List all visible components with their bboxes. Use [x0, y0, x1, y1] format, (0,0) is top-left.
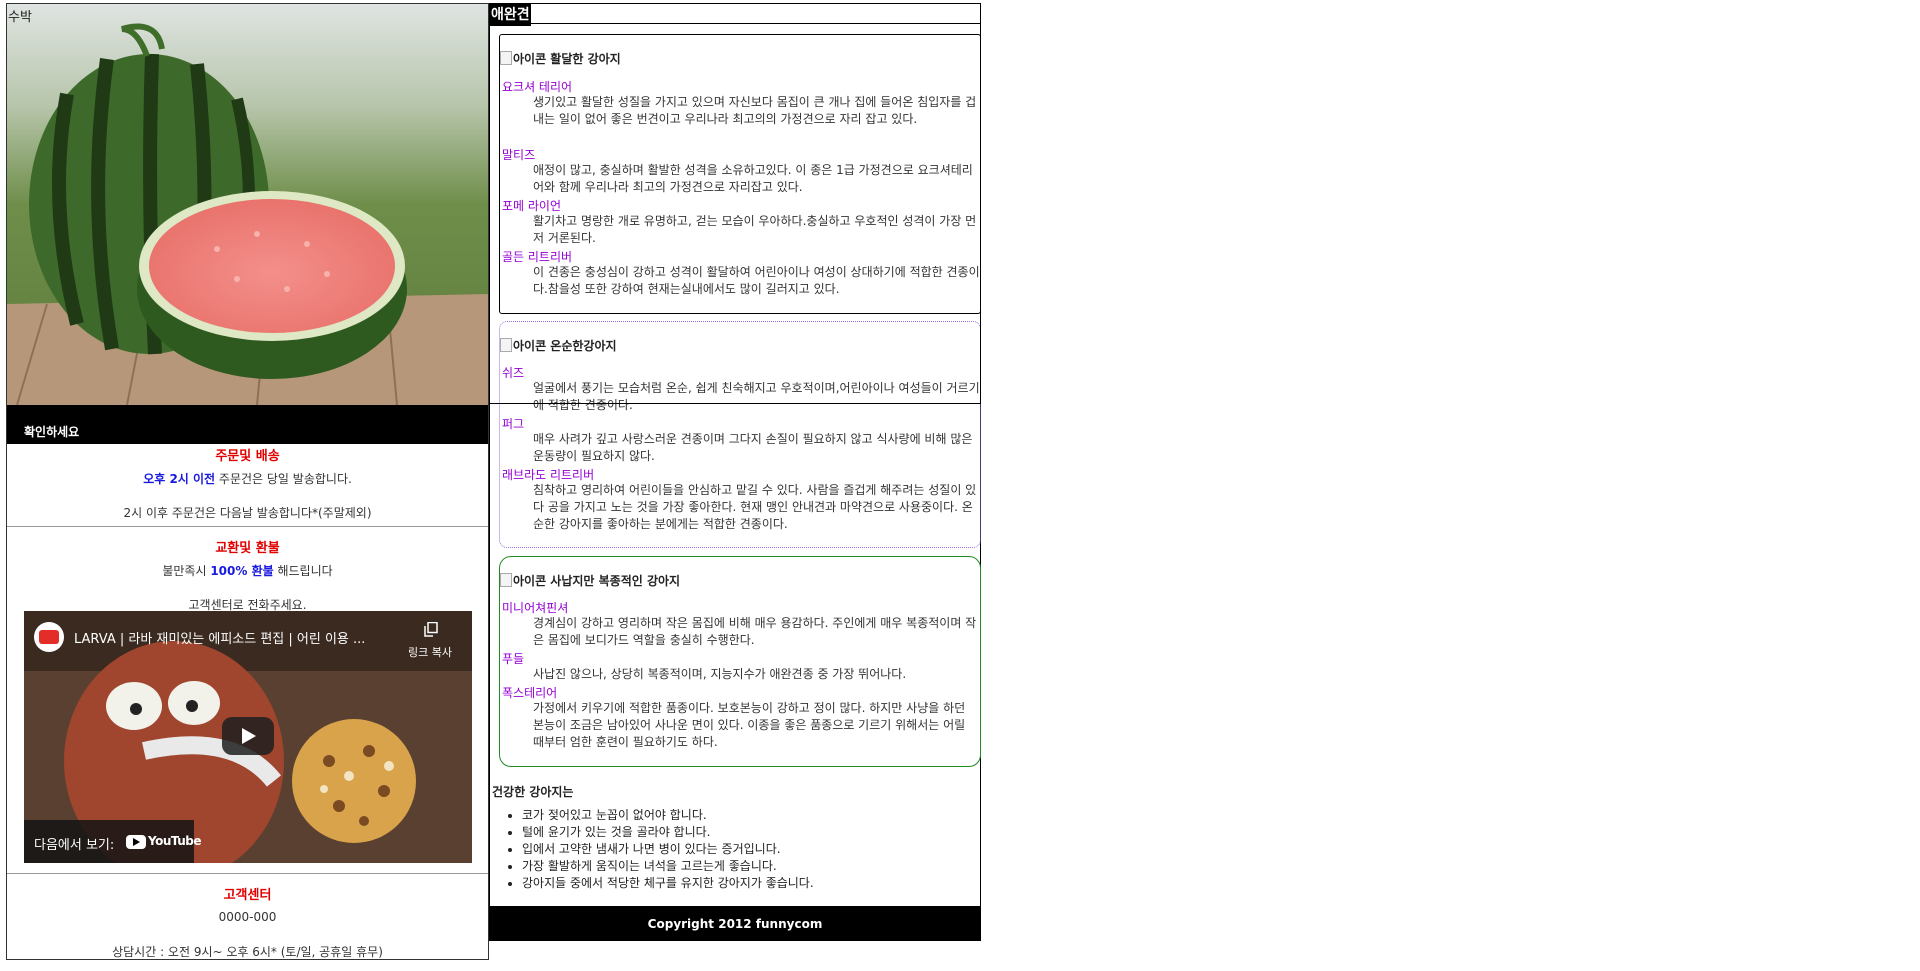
breed-name: 쉬즈 [502, 366, 525, 380]
breed-description: 얼굴에서 풍기는 모습처럼 온순, 쉽게 친숙해지고 우호적이며,어린아이나 여… [533, 381, 980, 412]
list-item: 가장 활발하게 움직이는 녀석을 고르는게 좋습니다. [522, 858, 814, 875]
order-line-1: 오후 2시 이전 주문건은 당일 발송합니다. [7, 470, 488, 487]
copy-link-icon[interactable] [424, 622, 438, 637]
breed-description: 애정이 많고, 충실하며 활발한 성격을 소유하고있다. 이 종은 1급 가정견… [533, 163, 973, 194]
divider [7, 526, 488, 527]
breed-description: 활기차고 명랑한 개로 유명하고, 걷는 모습이 우아하다.충실하고 우호적인 … [533, 214, 977, 245]
main-content: 애완견 아이콘 활달한 강아지 요크셔 테리어 생기있고 활달한 성질을 가지고… [489, 3, 981, 940]
refund-line-1-pre: 불만족시 [162, 564, 211, 578]
order-section-title: 주문및 배송 [215, 449, 280, 464]
refund-line-1: 불만족시 100% 환불 해드립니다 [7, 562, 488, 579]
notice-header: 확인하세요 [7, 405, 488, 444]
group-icon-heading: 아이콘 온순한강아지 [500, 337, 617, 354]
list-item: 입에서 고약한 냄새가 나면 병이 있다는 증거입니다. [522, 841, 814, 858]
order-highlight: 오후 2시 이전 [143, 472, 216, 486]
page-title: 애완견 [490, 4, 531, 26]
refund-line-1-post: 해드립니다 [273, 564, 333, 578]
group-icon-alt: 아이콘 온순한강아지 [513, 339, 617, 353]
watermelon-image: 수박 [7, 4, 488, 405]
image-alt-text: 수박 [8, 10, 32, 25]
breed-name: 폭스테리어 [502, 686, 558, 700]
customer-center-phone: 0000-000 [218, 910, 277, 924]
watermelon-illustration [7, 4, 488, 405]
breed-description: 생기있고 활달한 성질을 가지고 있으며 자신보다 몸집이 큰 개나 집에 들어… [533, 95, 977, 126]
gentle-dogs-group: 아이콘 온순한강아지 쉬즈 얼굴에서 풍기는 모습처럼 온순, 쉽게 친숙해지고… [499, 321, 981, 548]
breed-description: 매우 사려가 깊고 사랑스러운 견종이며 그다지 손질이 필요하지 않고 식사량… [533, 432, 973, 463]
healthy-dog-list: 코가 젖어있고 눈꼽이 없어야 합니다. 털에 윤기가 있는 것을 골라야 합니… [490, 807, 814, 892]
youtube-icon [126, 835, 146, 849]
breed-name: 포메 라이언 [502, 199, 562, 213]
channel-logo-icon[interactable] [34, 622, 64, 652]
customer-center-hours: 상담시간 : 오전 9시~ 오후 6시* (토/일, 공휴일 휴무) [112, 945, 383, 959]
customer-center-title: 고객센터 [223, 888, 272, 903]
list-item: 코가 젖어있고 눈꼽이 없어야 합니다. [522, 807, 814, 824]
copyright-text: Copyright 2012 funnycom [647, 917, 823, 931]
group-icon-alt: 아이콘 사납지만 복종적인 강아지 [513, 574, 681, 588]
group-icon-heading: 아이콘 사납지만 복종적인 강아지 [500, 572, 680, 589]
breed-name: 말티즈 [502, 148, 536, 162]
breed-name: 래브라도 리트리버 [502, 468, 595, 482]
refund-highlight: 100% 환불 [210, 564, 274, 578]
notice-title: 확인하세요 [24, 425, 80, 439]
left-sidebar: 수박 확인하세요 주문및 배송 오후 2시 이전 주문건은 당일 발송합니다. … [6, 3, 489, 960]
fierce-obedient-dogs-group: 아이콘 사납지만 복종적인 강아지 미니어쳐핀셔 경계심이 강하고 영리하며 작… [499, 556, 981, 767]
broken-image-icon [500, 338, 512, 352]
breed-description: 사납진 않으나, 상당히 복종적이며, 지능지수가 애완견종 중 가장 뛰어나다… [533, 667, 907, 681]
active-dogs-group: 아이콘 활달한 강아지 요크셔 테리어 생기있고 활달한 성질을 가지고 있으며… [499, 34, 981, 314]
youtube-video-embed[interactable]: LARVA | 라바 재미있는 에피소드 편집 | 어린 이용 ... 링크 복… [24, 611, 472, 863]
breed-name: 요크셔 테리어 [502, 80, 573, 94]
refund-section-title: 교환및 환불 [215, 541, 280, 556]
healthy-dog-title: 건강한 강아지는 [492, 785, 574, 799]
breed-name: 푸들 [502, 652, 525, 666]
breed-description: 가정에서 키우기에 적합한 품종이다. 보호본능이 강하고 정이 많다. 하지만… [533, 701, 966, 749]
breed-description: 이 견종은 충성심이 강하고 성격이 활달하여 어린아이나 여성이 상대하기에 … [533, 265, 980, 296]
footer: Copyright 2012 funnycom [489, 906, 981, 941]
divider [7, 873, 488, 874]
copy-link-label[interactable]: 링크 복사 [408, 644, 452, 660]
order-line-2: 2시 이후 주문건은 다음날 발송합니다*(주말제외) [123, 506, 372, 520]
play-button[interactable] [222, 717, 274, 755]
breed-name: 미니어쳐핀셔 [502, 601, 569, 615]
broken-image-icon [500, 573, 512, 587]
order-line-1-rest: 주문건은 당일 발송합니다. [215, 472, 352, 486]
broken-image-icon [500, 51, 512, 65]
group-icon-alt: 아이콘 활달한 강아지 [513, 52, 621, 66]
watch-on-label: 다음에서 보기: [34, 838, 115, 853]
breed-name: 퍼그 [502, 417, 525, 431]
youtube-wordmark: YouTube [148, 834, 202, 848]
breed-description: 경계심이 강하고 영리하며 작은 몸집에 비해 매우 용감하다. 주인에게 매우… [533, 616, 977, 647]
list-item: 털에 윤기가 있는 것을 골라야 합니다. [522, 824, 814, 841]
watch-on-youtube-link[interactable]: 다음에서 보기: YouTube [24, 820, 202, 863]
breed-name: 골든 리트리버 [502, 250, 573, 264]
breed-description: 침착하고 영리하여 어린이들을 안심하고 맡길 수 있다. 사람을 즐겁게 해주… [533, 483, 977, 531]
group-icon-heading: 아이콘 활달한 강아지 [500, 50, 621, 67]
list-item: 강아지들 중에서 적당한 체구를 유지한 강아지가 좋습니다. [522, 875, 814, 892]
video-title[interactable]: LARVA | 라바 재미있는 에피소드 편집 | 어린 이용 ... [74, 628, 365, 647]
